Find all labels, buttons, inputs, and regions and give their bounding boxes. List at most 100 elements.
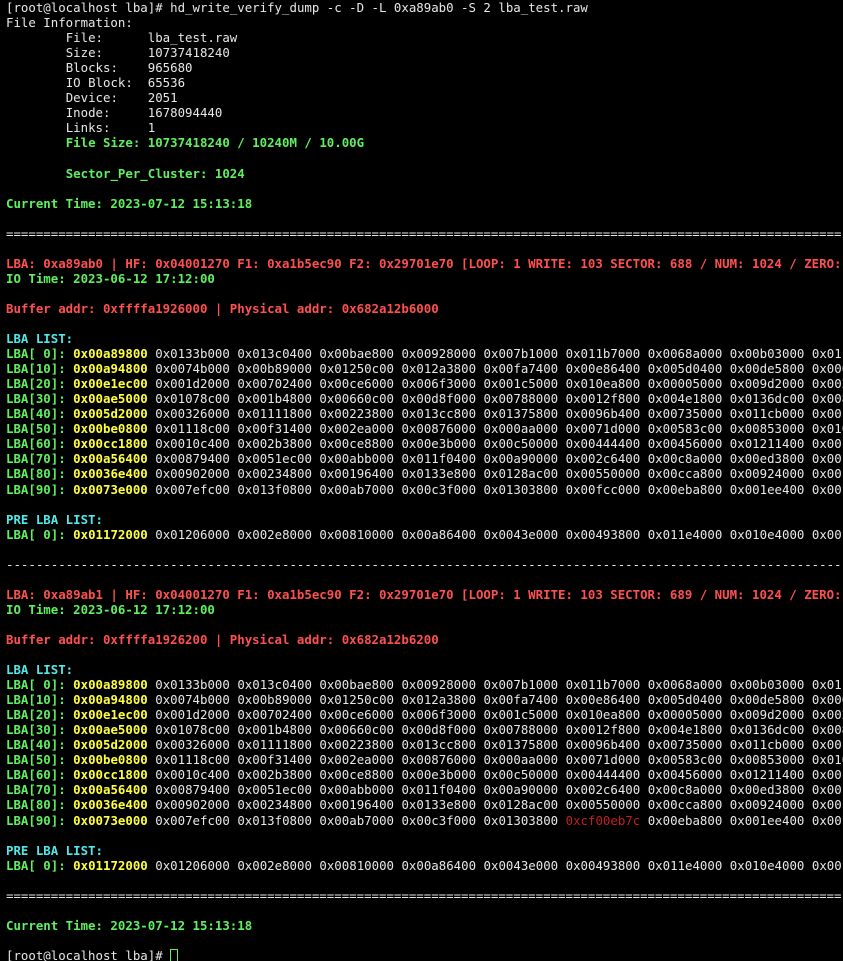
lba-value: 0x011e4000 [647, 857, 723, 873]
lba-value: 0x00a86400 [401, 857, 477, 873]
lba-value: 0x00b03000 [729, 677, 805, 693]
lba-value: 0x00550000 [565, 466, 641, 482]
file-info-value: 965680 [147, 60, 193, 76]
lba-value: 0x00810000 [319, 857, 394, 873]
lba-value: 0x00223800 [319, 737, 394, 753]
shell-prompt: [root@localhost lba]# [6, 947, 171, 961]
lba-row-label: LBA[70]: [6, 782, 66, 798]
file-info-value: 10737418240 [147, 45, 230, 61]
final-prompt-line[interactable]: [root@localhost lba]# [6, 948, 843, 961]
lba-first-value: 0x00a56400 [73, 451, 148, 467]
lba-value: 0x001c5000 [483, 707, 559, 723]
lba-mismatch-value: 0xcf00eb7c [565, 812, 641, 828]
file-info-header: File Information: [6, 15, 133, 31]
lba-value: 0x00164800 [811, 451, 843, 467]
lba-value: 0x00d8f000 [401, 391, 477, 407]
lba-first-value: 0x00be0800 [73, 752, 148, 768]
lba-value: 0x00fa7400 [483, 692, 559, 708]
lba-value: 0x00a90000 [483, 451, 559, 467]
lba-value: 0x00879400 [155, 451, 230, 467]
lba-row: LBA[30]: 0x00ae5000 0x01078c00 0x001b480… [6, 722, 843, 737]
lba-value: 0x0133b000 [155, 677, 230, 693]
lba-row: LBA[40]: 0x005d2000 0x00326000 0x0111180… [6, 737, 843, 752]
lba-row: LBA[60]: 0x00cc1800 0x0010c400 0x002b380… [6, 436, 843, 451]
lba-row: LBA[ 0]: 0x00a89800 0x0133b000 0x013c040… [6, 677, 843, 692]
lba-value: 0x00196400 [319, 466, 394, 482]
lba-row: LBA[80]: 0x0036e400 0x00902000 0x0023480… [6, 797, 843, 812]
lba-value: 0x00d8f000 [401, 722, 477, 738]
lba-value: 0x00c8a000 [647, 451, 723, 467]
lba-value: 0x0128ac00 [483, 466, 559, 482]
lba-value: 0x0074b000 [155, 692, 230, 708]
lba-value: 0x00cec000 [811, 737, 843, 753]
lba-value: 0x01118c00 [155, 421, 230, 437]
lba-value: 0x01206000 [155, 857, 230, 873]
io-time: IO Time: 2023-06-12 17:12:00 [6, 270, 215, 286]
lba-value: 0x0068a000 [647, 346, 723, 362]
file-size-line: File Size: 10737418240 / 10240M / 10.00G [6, 135, 843, 150]
lba-value: 0x00005000 [647, 707, 723, 723]
lba-value: 0x002c6400 [565, 451, 641, 467]
lba-row: LBA[50]: 0x00be0800 0x01118c00 0x00f3140… [6, 752, 843, 767]
sector-per-cluster-text: Sector_Per_Cluster: 1024 [65, 165, 245, 181]
lba-value: 0x006f3000 [401, 376, 477, 392]
lba-value: 0x011f0400 [401, 451, 477, 467]
lba-row-label: LBA[40]: [6, 406, 66, 422]
lba-value: 0x0012f800 [565, 722, 641, 738]
lba-value: 0x00326000 [155, 406, 230, 422]
lba-value: 0x004e1800 [647, 391, 723, 407]
lba-row: LBA[80]: 0x0036e400 0x00902000 0x0023480… [6, 466, 843, 481]
lba-value: 0x00928000 [401, 677, 477, 693]
lba-value: 0x01118c00 [155, 752, 230, 768]
command-text: hd_write_verify_dump -c -D -L 0xa89ab0 -… [170, 0, 588, 15]
lba-value: 0x00de5800 [729, 692, 805, 708]
lba-value: 0x00879400 [155, 782, 230, 798]
lba-row-label: LBA[30]: [6, 391, 66, 407]
lba-row-label: LBA[10]: [6, 692, 66, 708]
lba-value: 0x00c3f000 [401, 812, 477, 828]
lba-value: 0x001b4800 [237, 391, 312, 407]
cursor-block[interactable] [170, 948, 179, 961]
lba-value: 0x00788000 [483, 391, 559, 407]
lba-value: 0x013c0400 [237, 346, 312, 362]
lba-row: LBA[70]: 0x00a56400 0x00879400 0x0051ec0… [6, 782, 843, 797]
file-info-row: Device: 2051 [6, 90, 843, 105]
lba-value: 0x002b3800 [237, 767, 312, 783]
lba-value: 0x00853000 [729, 421, 805, 437]
terminal-window[interactable]: [root@localhost lba]# hd_write_verify_du… [0, 0, 843, 961]
lba-value: 0x00f31400 [237, 421, 312, 437]
lba-value: 0x00c3f000 [401, 481, 477, 497]
lba-row: LBA[ 0]: 0x00a89800 0x0133b000 0x013c040… [6, 346, 843, 361]
lba-value: 0x011e4000 [647, 526, 723, 542]
lba-value: 0x011b7000 [565, 346, 641, 362]
file-info-value: 65536 [147, 75, 186, 91]
lba-value: 0x0136dc00 [729, 722, 805, 738]
command-line: [root@localhost lba]# hd_write_verify_du… [6, 0, 843, 15]
lba-value: 0x0074b000 [155, 361, 230, 377]
lba-value: 0x00256800 [811, 707, 843, 723]
pre-lba-row: LBA[ 0]: 0x01172000 0x01206000 0x002e800… [6, 527, 843, 542]
lba-value: 0x001c5000 [483, 376, 559, 392]
lba-value: 0x00b89000 [237, 692, 312, 708]
current-time-top: Current Time: 2023-07-12 15:13:18 [6, 195, 253, 211]
file-info-label: IO Block: [65, 75, 133, 91]
record-header: LBA: 0xa89ab1 | HF: 0x04001270 F1: 0xa1b… [6, 586, 843, 602]
lba-value: 0x00924000 [729, 466, 805, 482]
lba-value: 0x011f0400 [401, 782, 477, 798]
lba-row-label: LBA[90]: [6, 812, 66, 828]
lba-row-label: LBA[60]: [6, 767, 66, 783]
lba-value: 0x00eba800 [647, 481, 723, 497]
lba-value: 0x012a3800 [401, 361, 477, 377]
lba-value: 0x00046400 [811, 692, 843, 708]
lba-first-value: 0x00ae5000 [73, 722, 148, 738]
lba-value: 0x0010c400 [155, 436, 230, 452]
lba-value: 0x00de5800 [729, 361, 805, 377]
lba-value: 0x009d2000 [729, 376, 805, 392]
lba-value: 0x00b89000 [237, 361, 312, 377]
lba-first-value: 0x0073e000 [73, 481, 148, 497]
lba-value: 0x00164800 [811, 782, 843, 798]
lba-value: 0x00876000 [401, 421, 477, 437]
lba-value: 0x001d2000 [155, 376, 230, 392]
lba-value: 0x00234800 [237, 797, 312, 813]
